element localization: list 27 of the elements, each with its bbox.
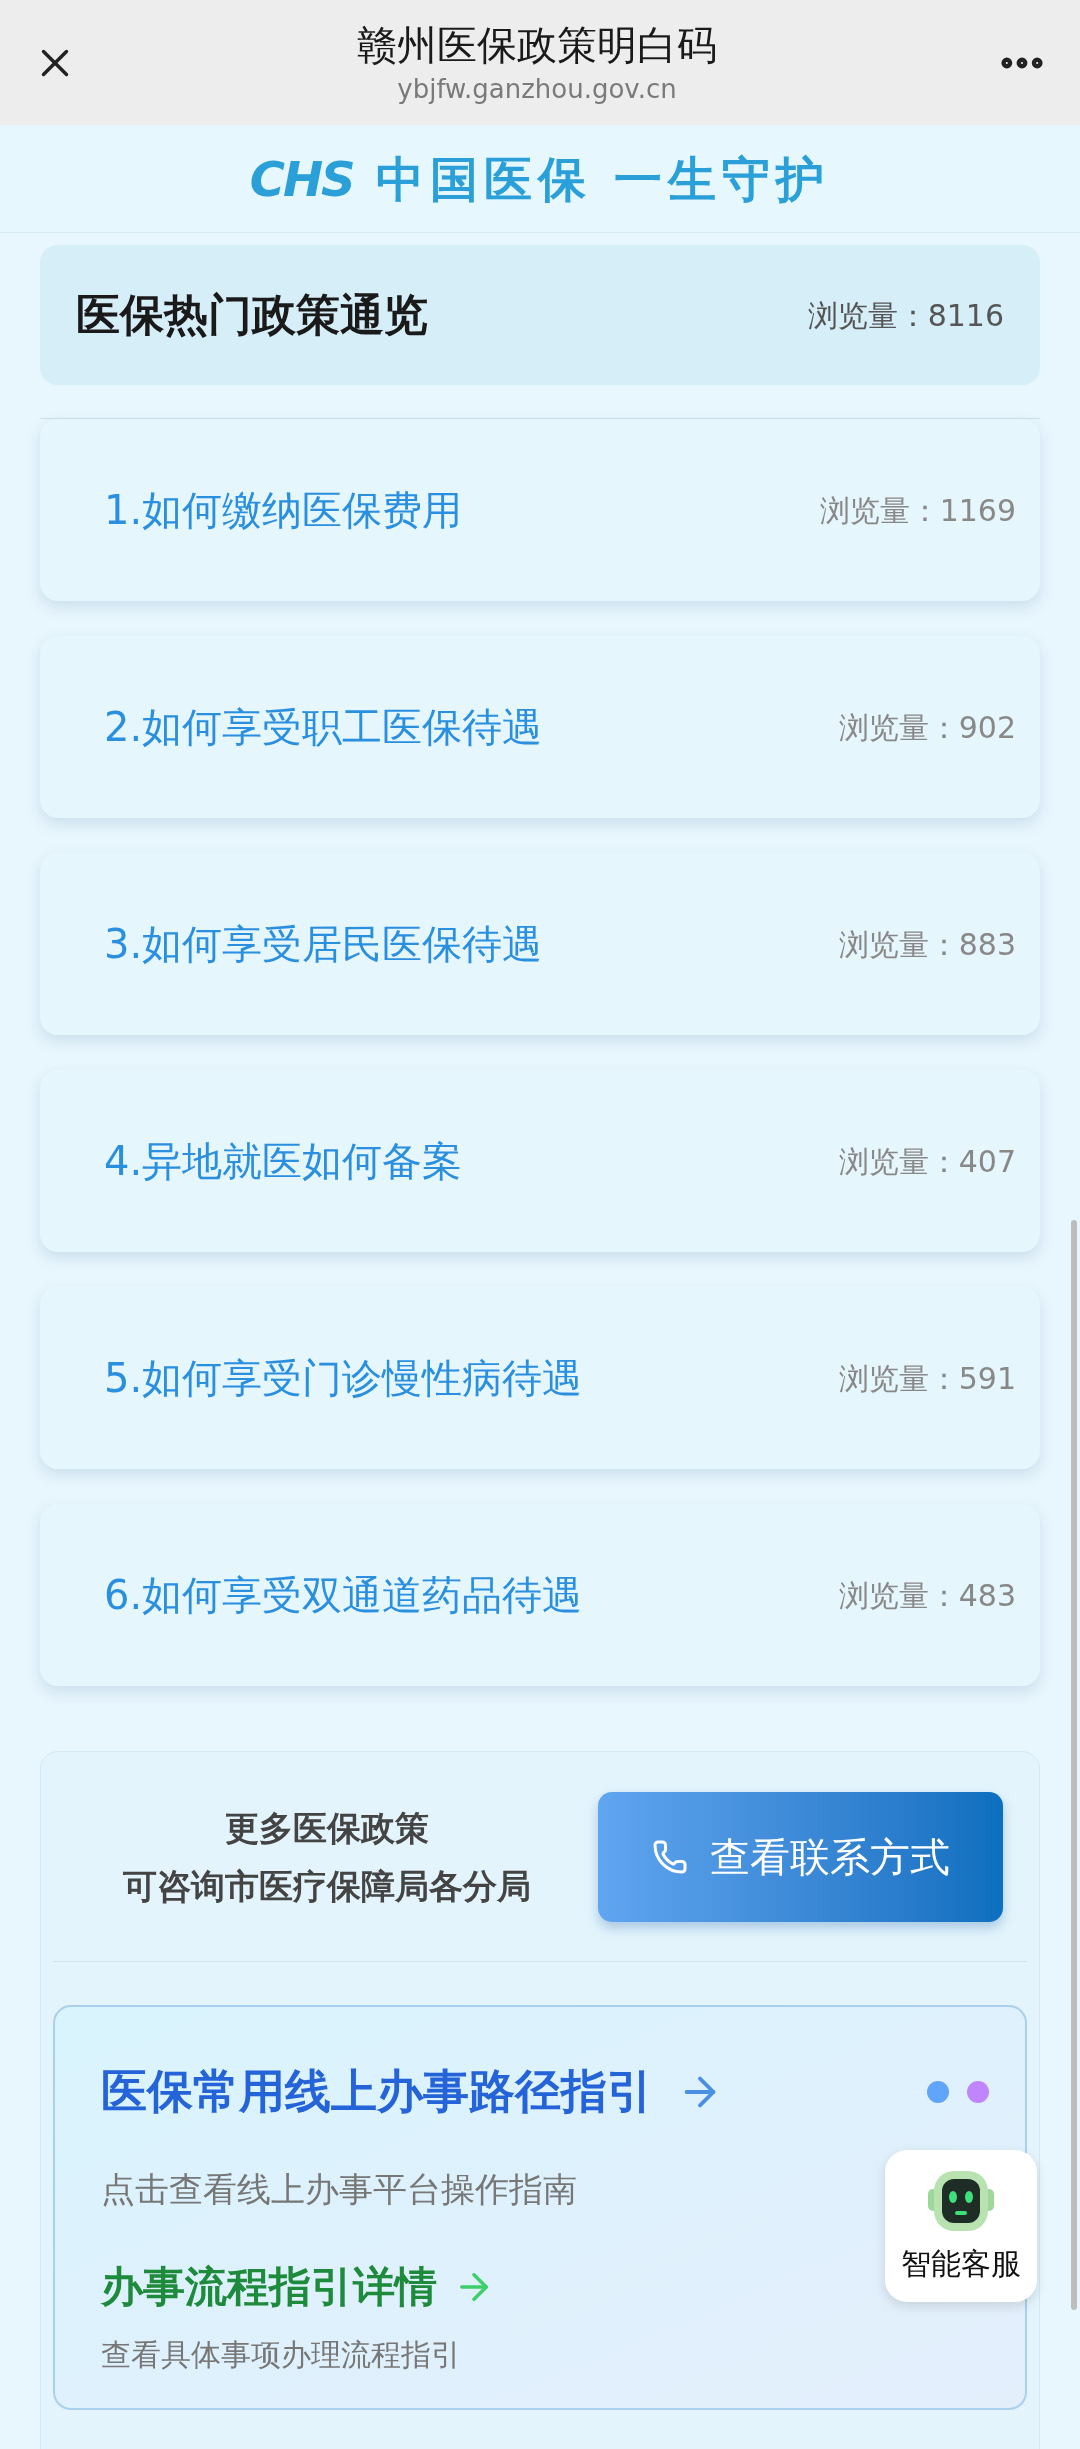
contact-note: 可咨询市医疗保障局各分局 <box>123 1864 531 1908</box>
detail-subtitle: 查看具体事项办理流程指引 <box>101 2336 461 2374</box>
assistant-button[interactable]: 智能客服 <box>885 2150 1037 2302</box>
guide-subtitle: 点击查看线上办事平台操作指南 <box>101 2168 577 2211</box>
policy-card[interactable]: 6.如何享受双通道药品待遇 浏览量：483 <box>40 1504 1040 1686</box>
view-count: 浏览量：883 <box>838 925 1016 964</box>
policy-card[interactable]: 4.异地就医如何备案 浏览量：407 <box>40 1070 1040 1252</box>
policy-card[interactable]: 1.如何缴纳医保费用 浏览量：1169 <box>40 419 1040 601</box>
logo: CHS <box>249 149 354 209</box>
summary-title: 医保热门政策通览 <box>76 288 428 342</box>
page-title: 赣州医保政策明白码 <box>357 20 717 70</box>
view-count: 浏览量：902 <box>838 708 1016 747</box>
policy-card[interactable]: 5.如何享受门诊慢性病待遇 浏览量：591 <box>40 1287 1040 1469</box>
slogan: 中国医保 一生守护 <box>375 149 831 209</box>
contact-button[interactable]: 查看联系方式 <box>598 1791 1003 1922</box>
guide-title: 医保常用线上办事路径指引 <box>101 2063 653 2120</box>
page-url: ybjfw.ganzhou.gov.cn <box>397 72 677 106</box>
view-count: 浏览量：591 <box>838 1359 1016 1398</box>
view-count: 浏览量：407 <box>838 1142 1016 1181</box>
policy-card[interactable]: 2.如何享受职工医保待遇 浏览量：902 <box>40 636 1040 818</box>
contact-note: 更多医保政策 <box>225 1806 429 1850</box>
view-count: 浏览量：483 <box>838 1576 1016 1615</box>
phone-icon <box>651 1838 688 1875</box>
view-count: 浏览量：1169 <box>819 491 1016 530</box>
detail-title: 办事流程指引详情 <box>101 2261 437 2313</box>
summary-views: 浏览量：8116 <box>807 296 1004 335</box>
policy-card[interactable]: 3.如何享受居民医保待遇 浏览量：883 <box>40 853 1040 1035</box>
